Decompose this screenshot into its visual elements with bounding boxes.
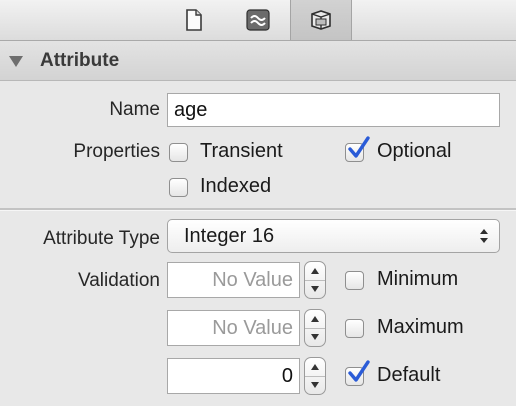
popup-arrows-icon: [480, 229, 488, 243]
disclosure-triangle-icon[interactable]: [9, 56, 23, 67]
default-stepper[interactable]: [304, 357, 326, 395]
optional-checkbox[interactable]: [345, 136, 370, 162]
properties-label: Properties: [73, 141, 160, 162]
maximum-label: Maximum: [377, 316, 464, 338]
stepper-up-icon[interactable]: [310, 315, 320, 323]
validation-label: Validation: [77, 270, 160, 291]
minimum-label: Minimum: [377, 268, 459, 290]
default-field[interactable]: [167, 358, 300, 394]
attribute-section-header[interactable]: Attribute: [0, 41, 516, 81]
stepper-down-icon[interactable]: [310, 285, 320, 293]
maximum-field[interactable]: [167, 310, 300, 346]
indexed-label: Indexed: [200, 175, 272, 197]
name-field[interactable]: [167, 93, 500, 127]
attribute-type-value: Integer 16: [184, 225, 275, 247]
checkmark-icon: [348, 360, 370, 382]
data-model-inspector-icon: [311, 10, 331, 30]
attribute-type-label: Attribute Type: [43, 228, 160, 249]
optional-label: Optional: [377, 140, 452, 162]
file-inspector-button[interactable]: [168, 0, 220, 40]
quick-help-button[interactable]: [232, 0, 284, 40]
stepper-up-icon[interactable]: [310, 363, 320, 371]
attribute-type-popup[interactable]: Integer 16: [167, 219, 500, 253]
inspector-toolbar: [0, 0, 516, 41]
stepper-up-icon[interactable]: [310, 267, 320, 275]
default-checkbox[interactable]: [345, 360, 370, 386]
minimum-stepper[interactable]: [304, 261, 326, 299]
data-model-inspector-button[interactable]: [290, 0, 352, 40]
stepper-down-icon[interactable]: [310, 381, 320, 389]
minimum-checkbox[interactable]: [345, 271, 364, 290]
default-label: Default: [377, 364, 441, 386]
quick-help-icon: [246, 9, 270, 31]
section-divider: [0, 208, 516, 211]
stepper-down-icon[interactable]: [310, 333, 320, 341]
maximum-stepper[interactable]: [304, 309, 326, 347]
name-label: Name: [109, 99, 160, 120]
transient-label: Transient: [200, 140, 283, 162]
transient-checkbox[interactable]: [169, 143, 188, 162]
file-inspector-icon: [186, 9, 202, 31]
section-title: Attribute: [40, 50, 120, 71]
indexed-checkbox[interactable]: [169, 178, 188, 197]
checkmark-icon: [348, 136, 370, 158]
minimum-field[interactable]: [167, 262, 300, 298]
maximum-checkbox[interactable]: [345, 319, 364, 338]
